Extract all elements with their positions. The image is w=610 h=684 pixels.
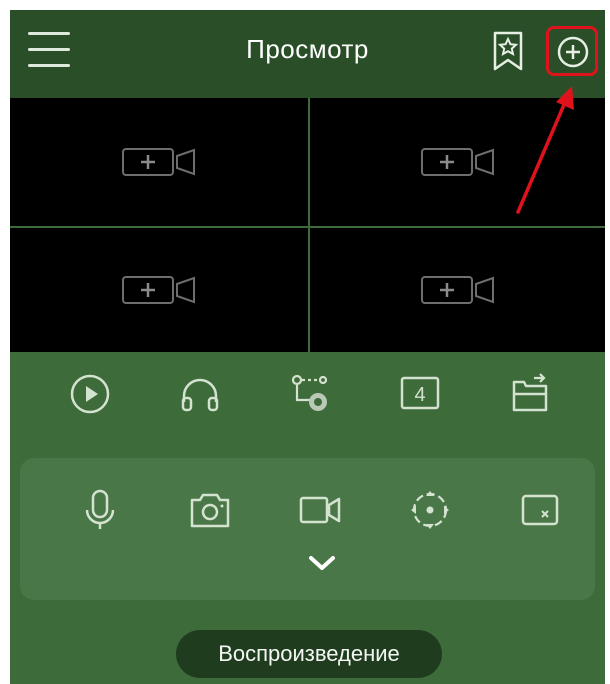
ptz-direction-icon[interactable] (408, 488, 452, 532)
switch-stream-icon[interactable] (508, 372, 552, 416)
record-icon[interactable] (298, 488, 342, 532)
grid-divider (308, 98, 310, 352)
video-cell[interactable] (10, 228, 308, 352)
top-bar: Просмотр (10, 10, 605, 98)
live-toolbar: 4 (10, 352, 605, 432)
app-screen: Просмотр 4 Воспроизведение (10, 10, 605, 684)
video-cell[interactable] (310, 98, 605, 226)
video-grid (10, 98, 605, 352)
favorites-button[interactable] (492, 30, 524, 72)
control-panel (20, 458, 595, 600)
close-window-icon[interactable] (518, 488, 562, 532)
add-camera-icon[interactable] (420, 147, 496, 177)
add-camera-icon[interactable] (121, 275, 197, 305)
microphone-icon[interactable] (78, 488, 122, 532)
headphones-icon[interactable] (178, 372, 222, 416)
add-camera-icon[interactable] (420, 275, 496, 305)
add-device-highlight (546, 26, 598, 76)
video-cell[interactable] (310, 228, 605, 352)
chevron-down-icon[interactable] (307, 552, 337, 574)
snapshot-icon[interactable] (188, 488, 232, 532)
grid-divider (10, 226, 605, 228)
playback-button[interactable]: Воспроизведение (176, 630, 442, 678)
layout-4-icon[interactable]: 4 (398, 372, 442, 416)
video-cell[interactable] (10, 98, 308, 226)
add-device-button[interactable] (557, 36, 589, 68)
bookmark-star-icon (493, 31, 523, 71)
layout-count: 4 (414, 384, 425, 406)
play-icon[interactable] (68, 372, 112, 416)
add-camera-icon[interactable] (121, 147, 197, 177)
ptz-icon[interactable] (288, 372, 332, 416)
